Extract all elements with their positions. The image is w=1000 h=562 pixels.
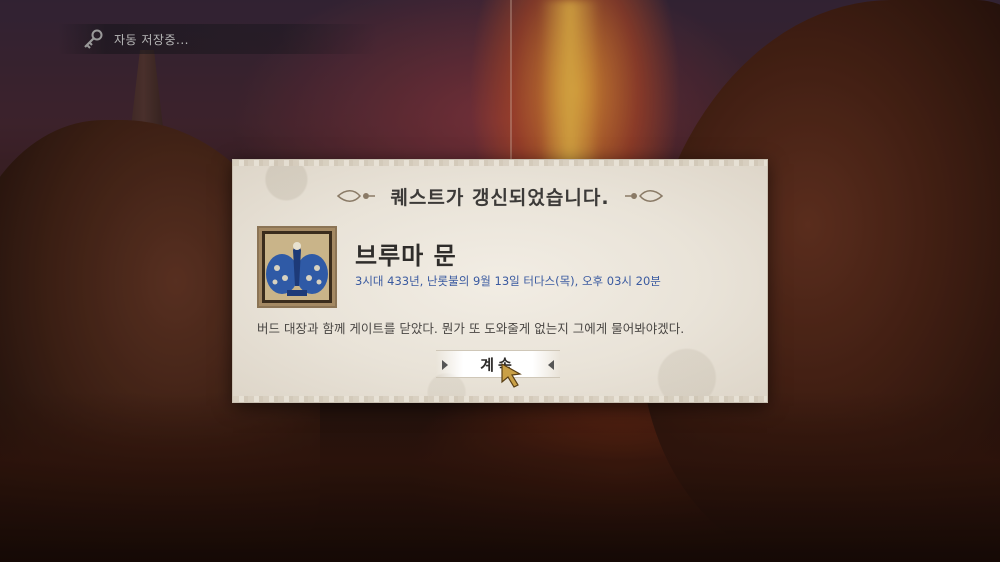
parchment-edge-top	[233, 160, 767, 166]
dialog-header: 퀘스트가 갱신되었습니다.	[233, 180, 767, 212]
autosave-text: 자동 저장중...	[114, 32, 189, 47]
quest-emblem	[257, 226, 337, 308]
key-icon	[84, 29, 103, 49]
continue-button[interactable]: 계속	[436, 350, 560, 378]
arrow-right-icon	[442, 360, 448, 370]
mouse-cursor-icon	[501, 362, 522, 388]
quest-description: 버드 대장과 함께 게이트를 닫았다. 뭔가 또 도와줄게 없는지 그에게 물어…	[257, 321, 685, 336]
autosave-indicator: 자동 저장중...	[58, 24, 378, 54]
quest-name: 브루마 문	[355, 242, 457, 270]
arrow-left-icon	[548, 360, 554, 370]
quest-date: 3시대 433년, 난롯불의 9월 13일 터다스(목), 오후 03시 20분	[355, 274, 661, 288]
dialog-title: 퀘스트가 갱신되었습니다.	[390, 186, 610, 209]
peacock-crest-icon	[265, 234, 329, 300]
flourish-left-icon	[337, 190, 376, 202]
flourish-right-icon	[624, 190, 663, 202]
parchment-edge-bottom	[233, 396, 767, 402]
